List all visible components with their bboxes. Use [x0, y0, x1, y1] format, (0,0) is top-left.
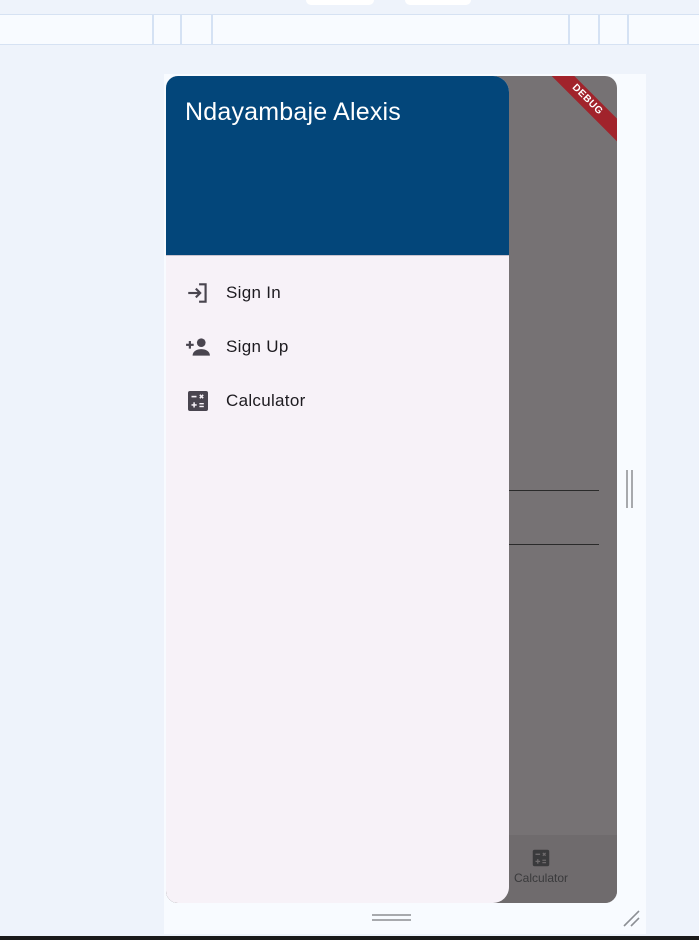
drawer-item-sign-in[interactable]: Sign In — [166, 266, 509, 320]
side-resize-handle[interactable] — [626, 470, 635, 508]
toolbar-divider — [627, 15, 629, 44]
toolbar-divider — [211, 15, 213, 44]
input-underline — [509, 544, 599, 545]
drawer-item-sign-up[interactable]: Sign Up — [166, 320, 509, 374]
corner-resize-grip[interactable] — [621, 908, 641, 928]
drawer-header-title: Ndayambaje Alexis — [185, 98, 402, 126]
toolbar-divider — [152, 15, 154, 44]
toolbar-divider — [180, 15, 182, 44]
calculate-icon — [185, 388, 211, 414]
drawer-menu: Sign In Sign Up Calculator — [166, 266, 509, 428]
drawer-item-label: Sign Up — [226, 337, 289, 356]
top-tab-pill[interactable] — [405, 0, 471, 5]
login-icon — [185, 280, 211, 306]
top-strip — [0, 0, 699, 14]
person-add-icon — [185, 334, 211, 360]
toolbar-divider — [598, 15, 600, 44]
toolbar-divider — [568, 15, 570, 44]
top-tab-pill[interactable] — [306, 0, 374, 5]
bottom-nav-item-calculator[interactable]: Calculator — [506, 843, 576, 885]
drawer-header: Ndayambaje Alexis — [166, 76, 509, 256]
preview-toolbar — [0, 14, 699, 45]
calculate-icon — [530, 847, 552, 869]
input-underline — [509, 490, 599, 491]
navigation-drawer: Ndayambaje Alexis Sign In Sign Up Calcul… — [166, 76, 509, 903]
drawer-item-calculator[interactable]: Calculator — [166, 374, 509, 428]
drawer-item-label: Sign In — [226, 283, 282, 302]
bottom-nav-label: Calculator — [513, 871, 569, 885]
app-screen: Calculator DEBUG Ndayambaje Alexis Sign … — [166, 76, 617, 903]
window-bottom-edge — [0, 936, 699, 940]
drawer-item-label: Calculator — [226, 391, 306, 410]
bottom-resize-handle[interactable] — [372, 914, 411, 922]
